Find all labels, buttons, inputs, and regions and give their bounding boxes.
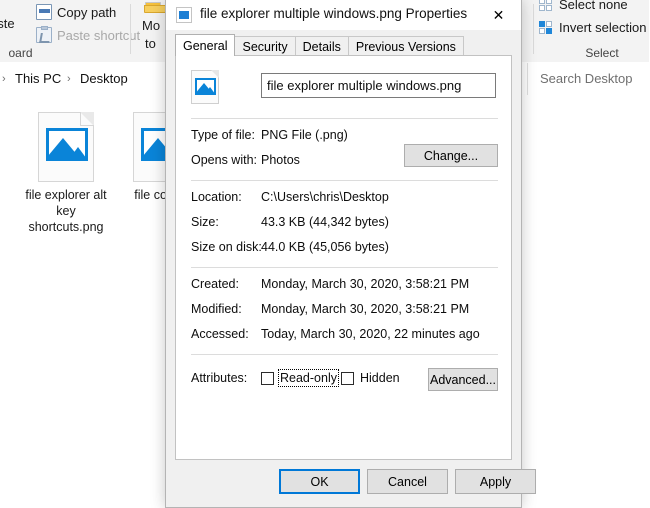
row-label: Location: [191, 190, 242, 204]
hidden-label: Hidden [359, 370, 401, 386]
ribbon-group-select: Select none Invert selection Select [538, 0, 650, 62]
tab-strip: General Security Details Previous Versio… [166, 30, 521, 56]
breadcrumb-item-desktop[interactable]: Desktop [80, 71, 128, 86]
invert-selection-label: Invert selection [559, 20, 646, 35]
row-location: Location: C:\Users\chris\Desktop [176, 190, 511, 212]
ribbon-separator-1 [130, 4, 131, 54]
divider [191, 354, 498, 355]
clipboard-group-label: oard [0, 46, 83, 60]
dialog-title: file explorer multiple windows.png Prope… [200, 6, 467, 21]
row-value: 44.0 KB (45,056 bytes) [261, 240, 389, 254]
copy-path-icon [36, 4, 52, 20]
move-to-line1[interactable]: Mo [142, 18, 160, 33]
advanced-button[interactable]: Advanced... [428, 368, 498, 391]
ribbon-item-paste[interactable]: aste [0, 16, 15, 31]
dialog-button-bar: OK Cancel Apply [166, 461, 521, 507]
row-label: Size on disk: [191, 240, 262, 254]
ribbon-item-paste-shortcut[interactable]: Paste shortcut [36, 27, 140, 43]
select-none-label: Select none [559, 0, 628, 12]
apply-button-label: Apply [480, 475, 511, 489]
paste-shortcut-icon [36, 27, 52, 43]
checkbox-box[interactable] [341, 372, 354, 385]
row-created: Created: Monday, March 30, 2020, 3:58:21… [176, 277, 511, 299]
ribbon-separator-2 [533, 4, 534, 54]
move-to-line2[interactable]: to [145, 36, 156, 51]
row-value: C:\Users\chris\Desktop [261, 190, 389, 204]
select-none-icon [538, 0, 554, 12]
ribbon-item-invert-selection[interactable]: Invert selection [538, 19, 646, 35]
readonly-label: Read-only [279, 370, 338, 386]
row-label: Type of file: [191, 128, 255, 142]
breadcrumb-chevron-0: › [2, 73, 6, 85]
apply-button[interactable]: Apply [455, 469, 536, 494]
row-label: Accessed: [191, 327, 249, 341]
row-label: Opens with: [191, 153, 257, 167]
breadcrumb-item-this-pc[interactable]: This PC [15, 71, 61, 86]
divider [191, 118, 498, 119]
ok-button-label: OK [310, 475, 328, 489]
row-value: Monday, March 30, 2020, 3:58:21 PM [261, 277, 469, 291]
png-file-icon [191, 70, 219, 104]
hidden-checkbox[interactable]: Hidden [341, 370, 401, 386]
search-placeholder: Search Desktop [540, 71, 633, 86]
divider [191, 267, 498, 268]
cancel-button[interactable]: Cancel [367, 469, 448, 494]
row-accessed: Accessed: Today, March 30, 2020, 22 minu… [176, 327, 511, 349]
tab-details[interactable]: Details [295, 36, 349, 56]
select-group-label: Select [546, 46, 650, 60]
ribbon-item-copy-path[interactable]: Copy path [36, 4, 116, 20]
search-input[interactable]: Search Desktop [527, 63, 650, 95]
breadcrumb-chevron-1: › [67, 73, 71, 85]
general-tab-panel: Type of file: PNG File (.png) Opens with… [175, 55, 512, 460]
file-name-label: file explorer alt key shortcuts.png [18, 187, 114, 235]
png-file-icon [38, 112, 94, 182]
row-label: Size: [191, 215, 219, 229]
row-label: Created: [191, 277, 239, 291]
row-modified: Modified: Monday, March 30, 2020, 3:58:2… [176, 302, 511, 324]
paste-label: aste [0, 16, 15, 31]
checkbox-box[interactable] [261, 372, 274, 385]
row-value: Photos [261, 153, 300, 167]
tab-previous-versions[interactable]: Previous Versions [348, 36, 464, 56]
ribbon-item-select-none[interactable]: Select none [538, 0, 628, 12]
ok-button[interactable]: OK [279, 469, 360, 494]
row-size: Size: 43.3 KB (44,342 bytes) [176, 215, 511, 237]
tab-general[interactable]: General [175, 34, 235, 56]
row-value: Today, March 30, 2020, 22 minutes ago [261, 327, 480, 341]
advanced-button-label: Advanced... [430, 373, 496, 387]
close-icon[interactable]: ✕ [476, 0, 521, 30]
properties-dialog: file explorer multiple windows.png Prope… [165, 0, 522, 508]
dialog-title-bar[interactable]: file explorer multiple windows.png Prope… [166, 0, 521, 30]
file-name-input[interactable] [261, 73, 496, 98]
row-size-on-disk: Size on disk: 44.0 KB (45,056 bytes) [176, 240, 511, 262]
change-button[interactable]: Change... [404, 144, 498, 167]
ribbon-group-clipboard: aste Copy path Paste shortcut oard [0, 0, 125, 62]
invert-selection-icon [538, 19, 554, 35]
readonly-checkbox[interactable]: Read-only [261, 370, 338, 386]
row-value: PNG File (.png) [261, 128, 348, 142]
screenshot-root: aste Copy path Paste shortcut oard Mo [0, 0, 650, 508]
list-item[interactable]: file explorer alt key shortcuts.png [18, 112, 114, 235]
file-header-row [176, 64, 511, 112]
change-button-label: Change... [424, 149, 478, 163]
row-value: Monday, March 30, 2020, 3:58:21 PM [261, 302, 469, 316]
attributes-label: Attributes: [191, 371, 247, 385]
tab-security[interactable]: Security [234, 36, 295, 56]
row-value: 43.3 KB (44,342 bytes) [261, 215, 389, 229]
divider [191, 180, 498, 181]
paste-shortcut-label: Paste shortcut [57, 28, 140, 43]
row-label: Modified: [191, 302, 242, 316]
copy-path-label: Copy path [57, 5, 116, 20]
png-file-icon [176, 7, 192, 23]
cancel-button-label: Cancel [388, 475, 427, 489]
